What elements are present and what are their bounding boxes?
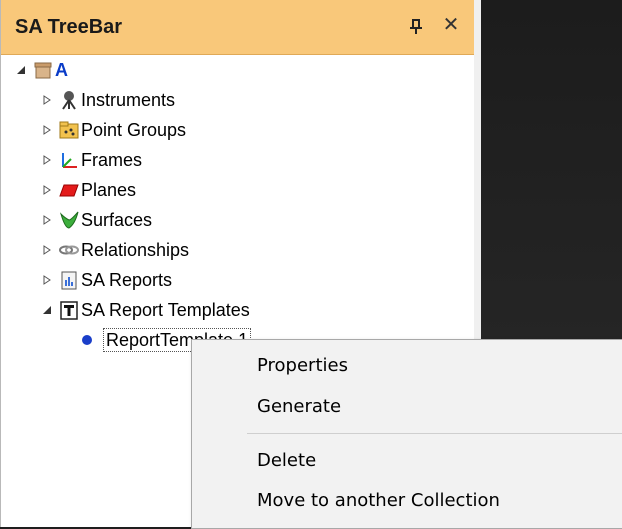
tree-item-label: Instruments [81,89,176,110]
expand-arrow-icon[interactable] [41,94,53,106]
menu-item-label: Generate [257,395,342,417]
menu-item-label: Move to another Collection [257,489,500,511]
collapse-arrow-icon[interactable] [15,64,27,76]
menu-item-label: Delete [257,449,317,471]
root-box-icon [34,62,52,79]
reports-icon [61,271,77,290]
tree-item-label: Relationships [81,239,190,260]
menu-item-move-to-another-collection[interactable]: Move to another Collection [192,481,622,519]
tree-item-label: SA Reports [81,269,173,290]
collapse-arrow-icon[interactable] [41,304,53,316]
menu-item-properties[interactable]: Properties [192,346,622,384]
menu-separator [247,433,622,434]
tree-item-frames[interactable]: Frames [41,146,142,174]
menu-item-label: Properties [257,354,348,376]
menu-item-generate[interactable]: Generate [192,387,622,425]
tree-item-label: Point Groups [81,119,187,140]
panel-title: SA TreeBar [15,16,123,38]
expand-arrow-icon[interactable] [41,244,53,256]
planes-icon [59,184,79,197]
pin-icon[interactable] [407,18,425,36]
context-menu: Properties Generate Delete Move to anoth… [191,339,622,529]
expand-arrow-icon[interactable] [41,184,53,196]
expand-arrow-icon[interactable] [41,154,53,166]
tree-item-label: SA Report Templates [81,299,250,320]
surfaces-icon [59,211,79,229]
tree-item-label: Frames [81,149,143,170]
panel-titlebar: SA TreeBar ✕ [1,0,474,55]
relationships-icon [59,245,79,255]
tree-item-planes[interactable]: Planes [41,176,136,204]
tree-item-instruments[interactable]: Instruments [41,86,175,114]
tree-root-label: A [55,59,68,80]
instrument-icon [62,91,76,110]
tree-item-point-groups[interactable]: Point Groups [41,116,186,144]
close-icon[interactable]: ✕ [441,15,461,35]
report-templates-icon [60,301,78,320]
tree-root-a[interactable]: A [15,56,68,84]
tree-item-sa-report-templates[interactable]: SA Report Templates [41,296,250,324]
tree-item-label: Planes [81,179,137,200]
menu-item-delete[interactable]: Delete [192,441,622,479]
point-groups-icon [59,121,79,139]
tree-item-relationships[interactable]: Relationships [41,236,189,264]
tree-item-label: Surfaces [81,209,153,230]
bullet-icon [82,335,92,345]
expand-arrow-icon[interactable] [41,124,53,136]
frames-icon [62,153,77,168]
tree-item-sa-reports[interactable]: SA Reports [41,266,172,294]
expand-arrow-icon[interactable] [41,214,53,226]
tree-item-surfaces[interactable]: Surfaces [41,206,152,234]
expand-arrow-icon[interactable] [41,274,53,286]
